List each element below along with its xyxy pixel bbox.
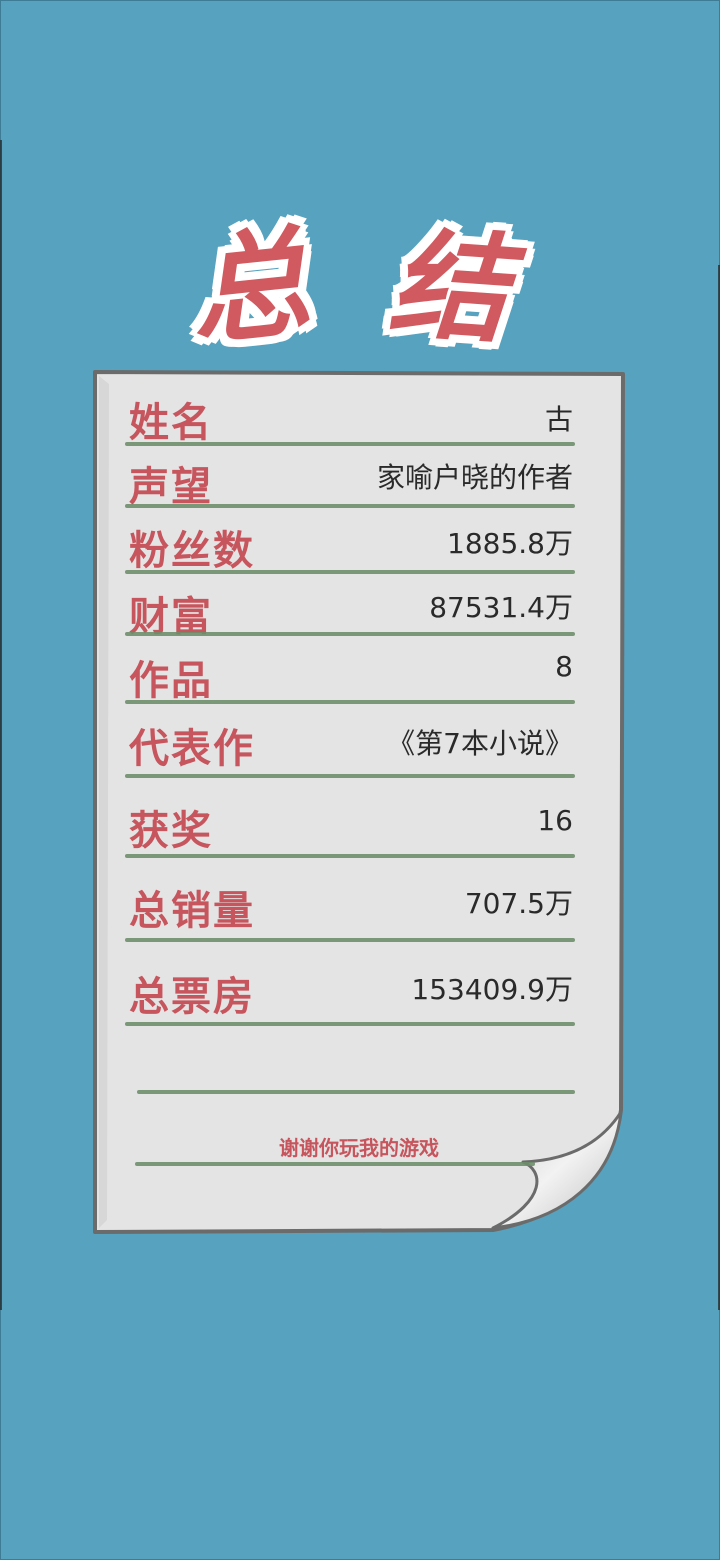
bottom-line	[135, 1162, 535, 1166]
row-awards-label: 获奖	[129, 808, 213, 854]
row-divider	[125, 938, 575, 942]
row-divider	[125, 774, 575, 778]
summary-title: 总 结	[0, 209, 720, 372]
row-wealth-value: 87531.4万	[429, 591, 573, 624]
row-name-label: 姓名	[129, 400, 213, 446]
row-total-sales-label: 总销量	[129, 888, 255, 934]
row-divider	[125, 700, 575, 704]
row-total-sales-value: 707.5万	[464, 887, 573, 920]
row-divider	[125, 504, 575, 508]
row-divider	[125, 632, 575, 636]
row-box-office-label: 总票房	[129, 974, 255, 1020]
row-awards-value: 16	[537, 804, 573, 837]
row-divider	[125, 442, 575, 446]
row-works-label: 作品	[129, 658, 213, 704]
row-works-value: 8	[555, 650, 573, 683]
row-divider	[125, 570, 575, 574]
row-fans-label: 粉丝数	[129, 528, 255, 574]
row-name-value: 古	[544, 403, 573, 436]
row-masterpiece-value: 《第7本小说》	[387, 727, 573, 760]
row-fans-value: 1885.8万	[447, 527, 573, 560]
row-box-office-value: 153409.9万	[411, 973, 573, 1006]
title-char-1: 总	[181, 209, 317, 364]
title-char-2: 结	[383, 211, 514, 362]
row-divider	[125, 1022, 575, 1026]
row-reputation-value: 家喻户晓的作者	[376, 461, 573, 494]
thanks-message: 谢谢你玩我的游戏	[279, 1136, 439, 1160]
empty-line	[137, 1090, 575, 1094]
summary-paper: 姓名 古 声望 家喻户晓的作者 粉丝数 1885.8万 财富 87531.4万 …	[93, 370, 625, 1234]
row-masterpiece-label: 代表作	[129, 726, 255, 772]
row-divider	[125, 854, 575, 858]
